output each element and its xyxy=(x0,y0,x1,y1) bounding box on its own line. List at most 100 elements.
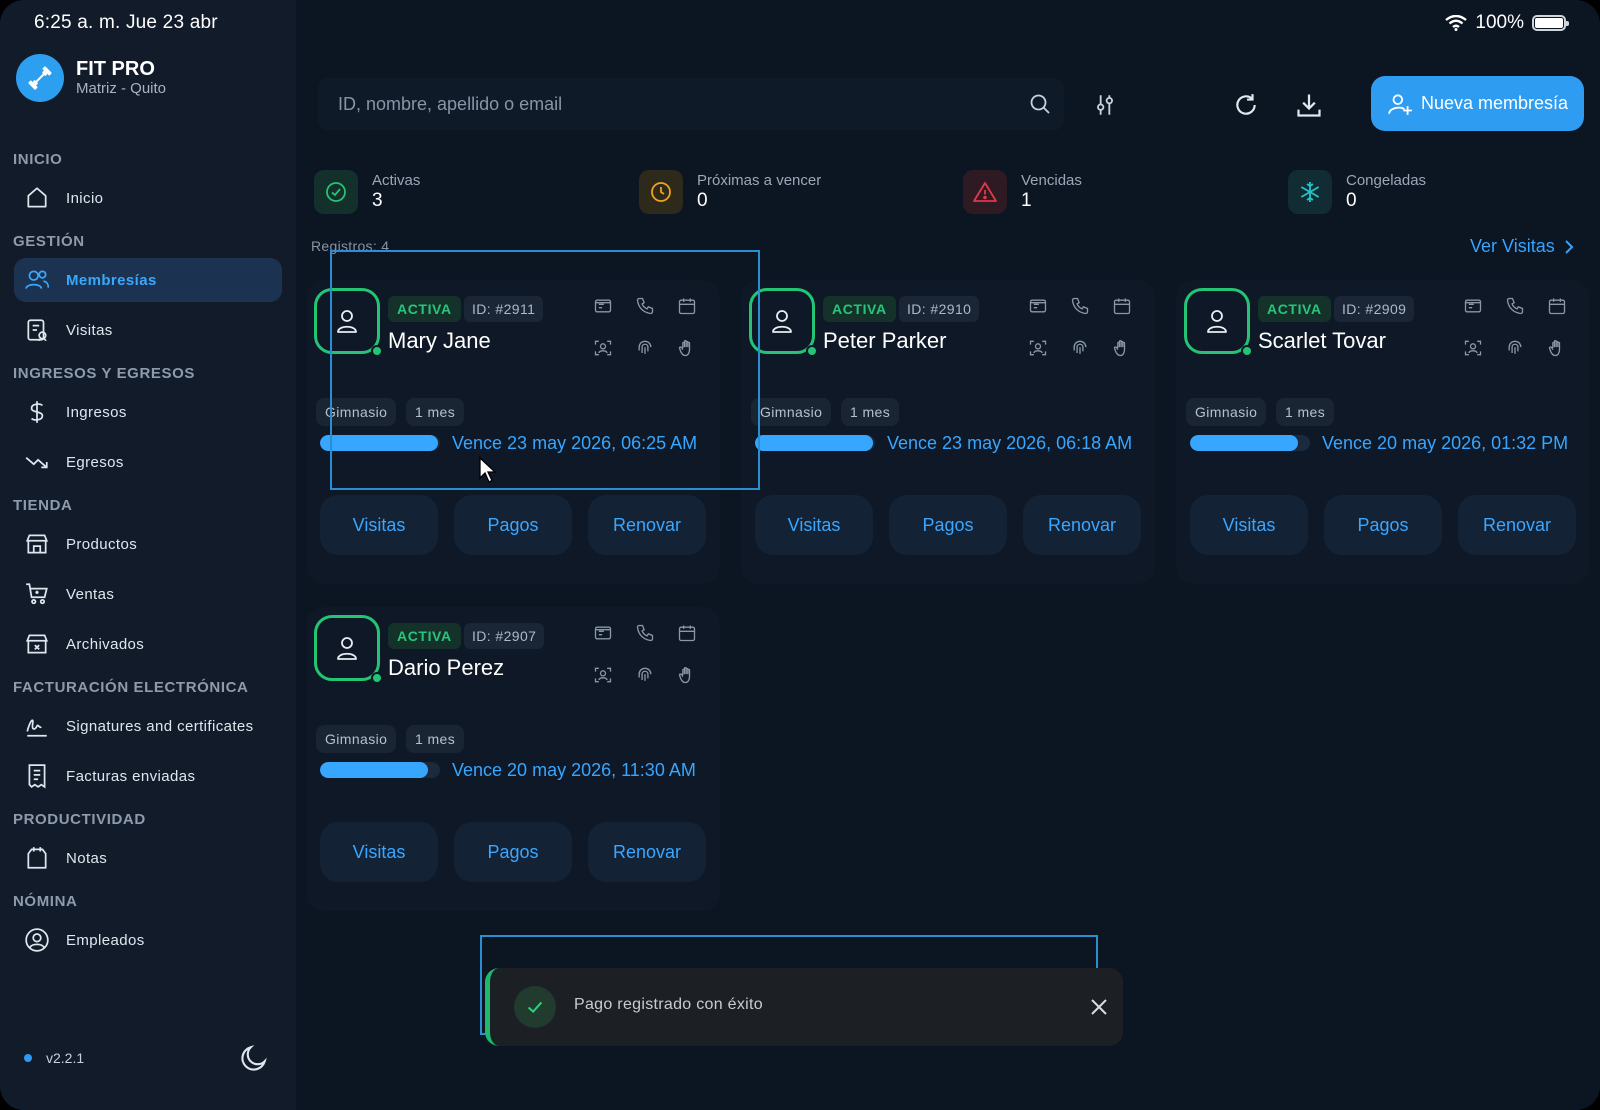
home-icon xyxy=(27,187,47,208)
stat-vencidas[interactable]: Vencidas 1 xyxy=(963,162,1265,222)
sidebar-item-label: Notas xyxy=(66,849,108,867)
stat-proximas[interactable]: Próximas a vencer 0 xyxy=(639,162,941,222)
face-scan-icon[interactable] xyxy=(592,665,614,685)
member-quick-actions xyxy=(592,623,716,685)
payments-button[interactable]: Pagos xyxy=(454,822,572,882)
hand-icon[interactable] xyxy=(1546,338,1568,358)
trend-down-icon xyxy=(25,457,48,469)
member-card[interactable]: ACTIVA ID: #2909 Scarlet Tovar Gimnasio … xyxy=(1176,280,1590,584)
sidebar-item-empleados[interactable]: Empleados xyxy=(14,918,282,962)
hand-icon[interactable] xyxy=(1111,338,1133,358)
sidebar-item-inicio[interactable]: Inicio xyxy=(14,176,282,220)
user-icon xyxy=(1207,310,1227,333)
member-quick-actions xyxy=(1462,296,1586,358)
member-card[interactable]: ACTIVA ID: #2910 Peter Parker Gimnasio 1… xyxy=(741,280,1155,584)
hand-icon[interactable] xyxy=(676,665,698,685)
payments-button[interactable]: Pagos xyxy=(1324,495,1442,555)
fingerprint-icon[interactable] xyxy=(1504,338,1526,358)
expiry-date: Vence 20 may 2026, 01:32 PM xyxy=(1322,433,1569,453)
visits-button[interactable]: Visitas xyxy=(755,495,873,555)
expiry-date: Vence 23 may 2026, 06:18 AM xyxy=(887,433,1133,453)
renew-button[interactable]: Renovar xyxy=(1023,495,1141,555)
calendar-icon[interactable] xyxy=(1111,296,1133,316)
user-icon xyxy=(337,637,357,660)
users-icon xyxy=(25,270,50,289)
sliders-icon xyxy=(1097,95,1113,115)
fingerprint-icon[interactable] xyxy=(1069,338,1091,358)
duration-tag: 1 mes xyxy=(841,398,900,426)
fingerprint-icon[interactable] xyxy=(634,665,656,685)
renew-button[interactable]: Renovar xyxy=(1458,495,1576,555)
sidebar-item-label: Facturas enviadas xyxy=(66,767,196,785)
new-membership-label: Nueva membresía xyxy=(1420,93,1569,113)
phone-icon[interactable] xyxy=(1504,296,1526,316)
sidebar-item-membresias[interactable]: Membresías xyxy=(14,258,282,302)
face-scan-icon[interactable] xyxy=(1462,338,1484,358)
status-badge: ACTIVA xyxy=(1258,296,1331,322)
avatar[interactable] xyxy=(1184,288,1253,357)
membership-progress-fill xyxy=(1190,435,1298,451)
add-user-icon xyxy=(1388,93,1412,115)
plan-tag: Gimnasio xyxy=(751,398,832,426)
online-indicator xyxy=(371,672,383,684)
calendar-icon[interactable] xyxy=(1546,296,1568,316)
user-icon xyxy=(772,310,792,333)
member-name: Peter Parker xyxy=(823,328,947,353)
stat-congeladas[interactable]: Congeladas 0 xyxy=(1288,162,1590,222)
sidebar-item-signatures[interactable]: Signatures and certificates xyxy=(14,704,282,748)
sidebar-item-visitas[interactable]: Visitas xyxy=(14,308,282,352)
member-name: Dario Perez xyxy=(388,655,505,680)
battery-icon xyxy=(1532,15,1569,31)
sidebar-item-ventas[interactable]: Ventas xyxy=(14,572,282,616)
check-circle-icon xyxy=(314,170,358,214)
duration-tag: 1 mes xyxy=(406,725,465,753)
id-card-icon[interactable] xyxy=(592,623,614,643)
expiry-date: Vence 20 may 2026, 11:30 AM xyxy=(452,760,696,780)
face-scan-icon[interactable] xyxy=(1027,338,1049,358)
renew-button[interactable]: Renovar xyxy=(588,822,706,882)
new-membership-button[interactable]: Nueva membresía xyxy=(1371,76,1584,131)
sidebar-item-notas[interactable]: Notas xyxy=(14,836,282,880)
wifi-icon xyxy=(1445,15,1468,31)
phone-icon[interactable] xyxy=(634,623,656,643)
avatar[interactable] xyxy=(314,615,383,684)
filter-button[interactable] xyxy=(1088,88,1122,122)
sidebar-item-productos[interactable]: Productos xyxy=(14,522,282,566)
selection-highlight xyxy=(330,250,760,490)
member-quick-actions xyxy=(1027,296,1151,358)
visits-button[interactable]: Visitas xyxy=(320,495,438,555)
search-icon[interactable] xyxy=(1028,92,1052,116)
stat-value: 0 xyxy=(1346,190,1357,211)
renew-button[interactable]: Renovar xyxy=(588,495,706,555)
search-input[interactable] xyxy=(318,78,998,130)
calendar-icon[interactable] xyxy=(676,623,698,643)
sidebar: FIT PRO Matriz - Quito INICIO Inicio GES… xyxy=(0,0,296,1110)
refresh-button[interactable] xyxy=(1229,88,1263,122)
visits-button[interactable]: Visitas xyxy=(320,822,438,882)
sidebar-item-label: Visitas xyxy=(66,321,113,339)
member-card[interactable]: ACTIVA ID: #2907 Dario Perez Gimnasio 1 … xyxy=(306,607,720,911)
id-card-icon[interactable] xyxy=(1462,296,1484,316)
archive-store-icon xyxy=(25,634,49,654)
id-card-icon[interactable] xyxy=(1027,296,1049,316)
moon-icon[interactable] xyxy=(238,1042,270,1074)
payments-button[interactable]: Pagos xyxy=(454,495,572,555)
brand[interactable]: FIT PRO Matriz - Quito xyxy=(16,54,166,102)
sidebar-item-label: Productos xyxy=(66,535,138,553)
stat-activas[interactable]: Activas 3 xyxy=(314,162,616,222)
visits-button[interactable]: Visitas xyxy=(1190,495,1308,555)
sidebar-item-label: Ventas xyxy=(66,585,115,603)
stat-label: Próximas a vencer xyxy=(697,172,822,189)
sidebar-item-ingresos[interactable]: Ingresos xyxy=(14,390,282,434)
phone-icon[interactable] xyxy=(1069,296,1091,316)
membership-progress xyxy=(755,435,875,451)
close-icon[interactable] xyxy=(1088,996,1110,1018)
payments-button[interactable]: Pagos xyxy=(889,495,1007,555)
download-button[interactable] xyxy=(1292,88,1326,122)
sidebar-item-archivados[interactable]: Archivados xyxy=(14,622,282,666)
view-visits-link[interactable]: Ver Visitas xyxy=(1470,236,1575,257)
sidebar-item-facturas[interactable]: Facturas enviadas xyxy=(14,754,282,798)
sidebar-item-label: Membresías xyxy=(66,271,157,289)
dumbbell-logo-icon xyxy=(16,54,64,102)
sidebar-item-egresos[interactable]: Egresos xyxy=(14,440,282,484)
